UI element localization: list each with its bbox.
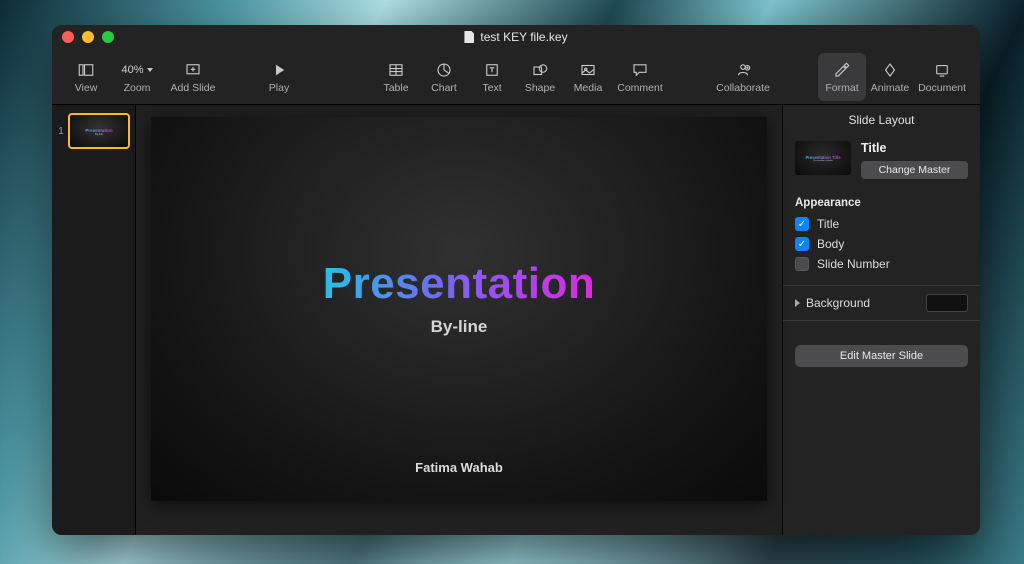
background-label: Background [806, 296, 870, 310]
body: 1 Presentation By-line Presentation By-l… [52, 105, 980, 535]
slide-subtitle[interactable]: By-line [431, 317, 488, 337]
edit-master-slide-button[interactable]: Edit Master Slide [795, 345, 968, 367]
slide-number-checkbox[interactable] [795, 257, 809, 271]
slide-thumbnail[interactable]: Presentation By-line [68, 113, 130, 149]
toolbar: View 40% Zoom Add Slide Play [52, 49, 980, 105]
background-row[interactable]: Background [783, 285, 980, 321]
master-name-label: Title [861, 141, 968, 155]
collaborate-icon [734, 61, 752, 79]
title-checkbox-label: Title [817, 217, 839, 231]
fullscreen-button[interactable] [102, 31, 114, 43]
window-controls [62, 31, 114, 43]
table-icon [387, 61, 405, 79]
slide-navigator[interactable]: 1 Presentation By-line [52, 105, 136, 535]
titlebar: test KEY file.key [52, 25, 980, 49]
inspector-panel: Slide Layout Presentation Title Presenta… [782, 105, 980, 535]
animate-icon [881, 61, 899, 79]
chevron-right-icon [795, 299, 800, 307]
play-button[interactable]: Play [234, 53, 324, 101]
document-icon [933, 61, 951, 79]
media-button[interactable]: Media [564, 53, 612, 101]
appearance-label: Appearance [795, 197, 968, 209]
collaborate-button[interactable]: Collaborate [709, 53, 777, 101]
zoom-value: 40% [121, 61, 152, 79]
slide-number-checkbox-label: Slide Number [817, 257, 890, 271]
media-icon [579, 61, 597, 79]
shape-button[interactable]: Shape [516, 53, 564, 101]
slide-number-checkbox-row[interactable]: Slide Number [795, 257, 968, 271]
view-icon [77, 61, 95, 79]
format-button[interactable]: Format [818, 53, 866, 101]
plus-icon [184, 61, 202, 79]
slide-title[interactable]: Presentation [323, 259, 596, 309]
document-title: test KEY file.key [480, 30, 567, 44]
comment-button[interactable]: Comment [612, 53, 668, 101]
chart-button[interactable]: Chart [420, 53, 468, 101]
animate-button[interactable]: Animate [866, 53, 914, 101]
master-thumbnail[interactable]: Presentation Title Presentation subtitle [795, 141, 851, 175]
body-checkbox-row[interactable]: ✓ Body [795, 237, 968, 251]
slide-number-label: 1 [56, 126, 66, 137]
minimize-button[interactable] [82, 31, 94, 43]
title-checkbox[interactable]: ✓ [795, 217, 809, 231]
zoom-button[interactable]: 40% Zoom [110, 53, 164, 101]
body-checkbox[interactable]: ✓ [795, 237, 809, 251]
shape-icon [531, 61, 549, 79]
play-icon [270, 61, 288, 79]
inspector-header: Slide Layout [795, 105, 968, 141]
add-slide-button[interactable]: Add Slide [164, 53, 222, 101]
keynote-window: test KEY file.key View 40% Zoom Add Slid… [52, 25, 980, 535]
title-checkbox-row[interactable]: ✓ Title [795, 217, 968, 231]
close-button[interactable] [62, 31, 74, 43]
text-icon [483, 61, 501, 79]
view-button[interactable]: View [62, 53, 110, 101]
document-button[interactable]: Document [914, 53, 970, 101]
document-icon [464, 31, 474, 43]
navigator-slide-1[interactable]: 1 Presentation By-line [56, 113, 131, 149]
slide[interactable]: Presentation By-line Fatima Wahab [151, 117, 767, 501]
background-swatch[interactable] [926, 294, 968, 312]
table-button[interactable]: Table [372, 53, 420, 101]
slide-author[interactable]: Fatima Wahab [415, 460, 503, 475]
slide-canvas[interactable]: Presentation By-line Fatima Wahab [136, 105, 782, 535]
body-checkbox-label: Body [817, 237, 844, 251]
change-master-button[interactable]: Change Master [861, 161, 968, 179]
text-button[interactable]: Text [468, 53, 516, 101]
format-icon [833, 61, 851, 79]
chart-icon [435, 61, 453, 79]
comment-icon [631, 61, 649, 79]
